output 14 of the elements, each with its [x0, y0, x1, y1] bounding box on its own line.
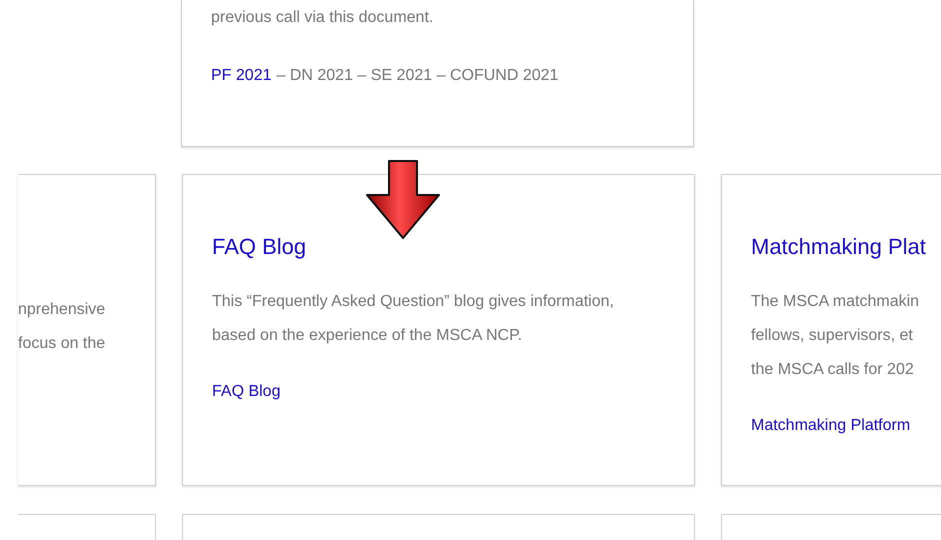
card-description-line: the MSCA calls for 202: [751, 360, 915, 380]
card-description: This “Frequently Asked Question” blog gives information, based on the experience of the MSCA NCP.: [212, 292, 615, 346]
call-list-text: – DN 2021 – SE 2021 – COFUND 2021: [276, 66, 558, 86]
card-description-line: nprehensive: [18, 300, 106, 320]
card-title-link[interactable]: FAQ Blog: [212, 232, 306, 262]
card-link[interactable]: FAQ Blog: [212, 380, 280, 404]
card-description: previous call via this document.: [211, 8, 434, 28]
card-description-line: fellows, supervisors, et: [751, 326, 914, 346]
card-description-line: focus on the: [18, 334, 106, 354]
down-arrow-icon: [365, 160, 441, 240]
card-link[interactable]: Matchmaking Platform: [751, 414, 910, 438]
card-description-line: The MSCA matchmakin: [751, 292, 920, 312]
call-link[interactable]: PF 2021: [211, 64, 272, 88]
card-title-link[interactable]: Matchmaking Plat: [751, 232, 926, 262]
